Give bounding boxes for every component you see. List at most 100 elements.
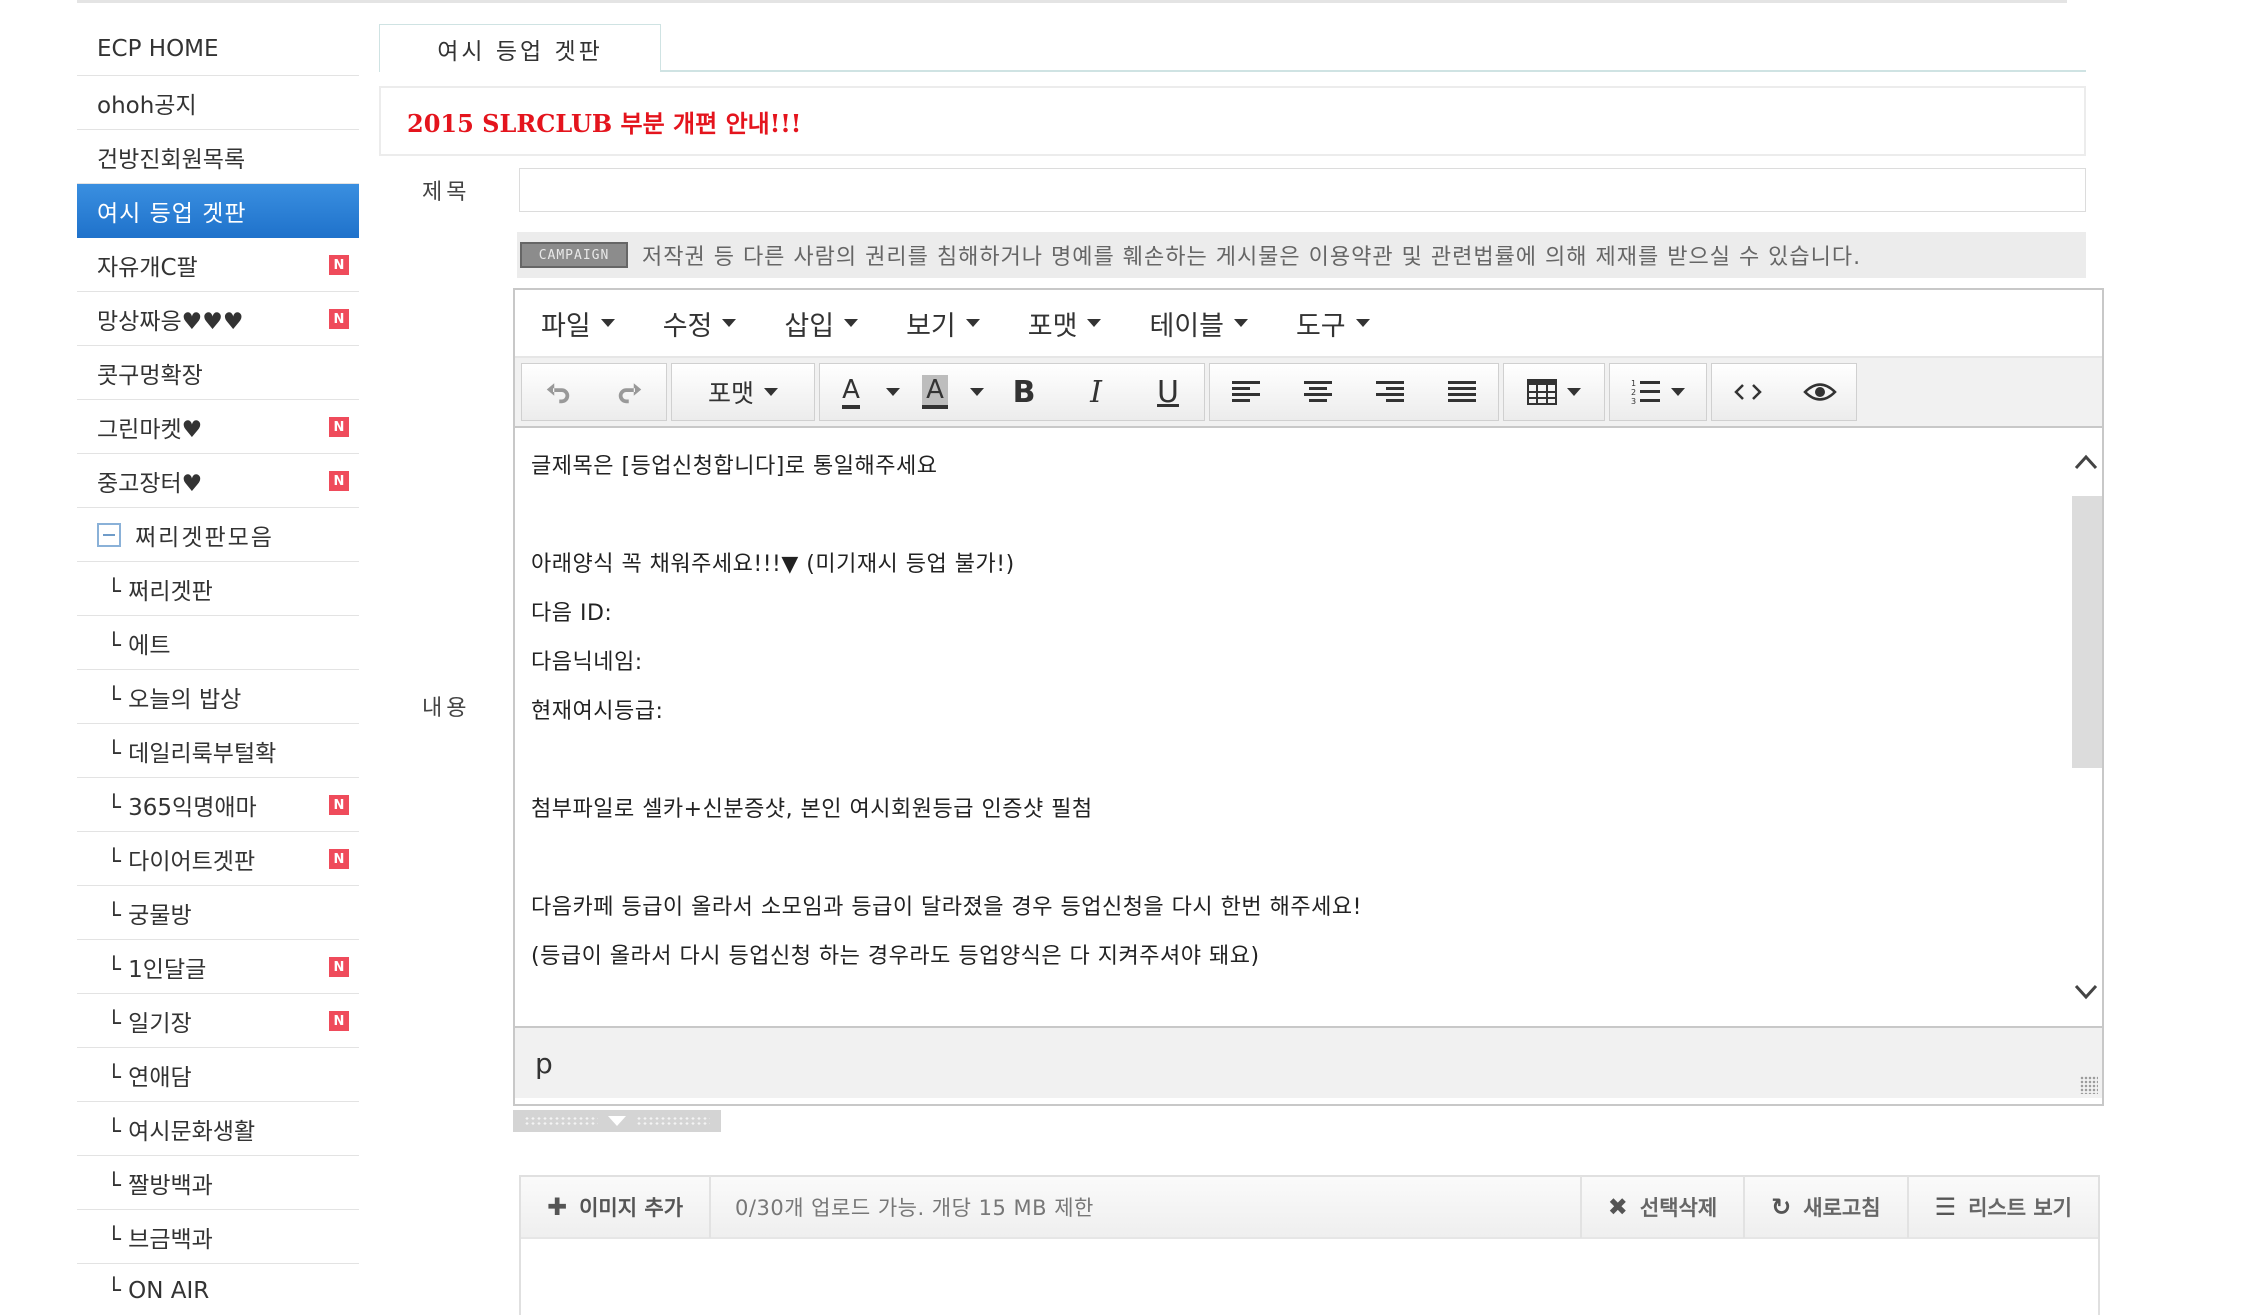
bg-color-button[interactable]: A — [904, 364, 966, 420]
new-badge: N — [329, 849, 349, 869]
chevron-down-icon — [844, 319, 859, 327]
menu-view[interactable]: 보기 — [906, 304, 980, 343]
table-button[interactable] — [1504, 364, 1604, 420]
sidebar-item-label: └ ON AIR — [107, 1277, 210, 1304]
table-group — [1503, 363, 1605, 421]
sidebar-subitem[interactable]: └ 오늘의 밥상 — [77, 670, 359, 724]
chevron-down-icon — [1567, 388, 1581, 396]
sidebar-item-label: 건방진회원목록 — [97, 146, 246, 173]
menu-label: 보기 — [906, 310, 956, 342]
new-badge: N — [329, 309, 349, 329]
sidebar-item-label: └ 에트 — [107, 632, 171, 659]
font-color-button[interactable]: A — [820, 364, 882, 420]
italic-icon: I — [1090, 374, 1102, 410]
preview-button[interactable] — [1784, 364, 1856, 420]
italic-button[interactable]: I — [1060, 364, 1132, 420]
sidebar-subitem[interactable]: └ 1인달글 N — [77, 940, 359, 994]
collapse-icon[interactable] — [97, 522, 121, 547]
rich-text-editor: 파일 수정 삽입 보기 포맷 테이블 도구 포맷 A A B I U 1 2 3… — [513, 288, 2104, 1106]
sidebar-item-label: └ 1인달글 — [107, 956, 207, 983]
list-view-button[interactable]: ☰ 리스트 보기 — [1906, 1176, 2098, 1238]
align-center-button[interactable] — [1282, 364, 1354, 420]
sidebar-subitem[interactable]: └ 여시문화생활 — [77, 1102, 359, 1156]
plus-icon: ✚ — [547, 1193, 568, 1221]
resize-grip-icon[interactable] — [2080, 1076, 2098, 1094]
editor-scrollbar[interactable] — [2068, 428, 2102, 1026]
upload-limit-info: 0/30개 업로드 가능. 개당 15 MB 제한 — [735, 1196, 1094, 1220]
font-color-dropdown[interactable] — [882, 364, 904, 420]
refresh-icon: ↻ — [1771, 1193, 1792, 1221]
chevron-down-icon — [608, 1116, 626, 1126]
sidebar-item-nostril[interactable]: 콧구멍확장 — [77, 346, 359, 400]
sidebar-subitem[interactable]: └ 궁물방 — [77, 886, 359, 940]
menu-table[interactable]: 테이블 — [1149, 304, 1248, 343]
upload-toolbar: ✚ 이미지 추가 0/30개 업로드 가능. 개당 15 MB 제한 ✖ 선택삭제 … — [521, 1176, 2098, 1239]
new-badge: N — [329, 471, 349, 491]
menu-edit[interactable]: 수정 — [663, 304, 737, 343]
sidebar-subitem[interactable]: └ 다이어트겟판 N — [77, 832, 359, 886]
editor-resize-handle[interactable] — [513, 1110, 721, 1132]
tab-levelup-board[interactable]: 여시 등업 겟판 — [379, 24, 661, 72]
sidebar-item-member-list[interactable]: 건방진회원목록 — [77, 130, 359, 184]
code-icon — [1734, 384, 1762, 400]
bg-color-dropdown[interactable] — [966, 364, 988, 420]
scroll-down-icon[interactable] — [2074, 980, 2098, 1004]
sidebar-item-ecp-home[interactable]: ECP HOME — [77, 22, 359, 76]
sidebar-subitem[interactable]: └ 짤방백과 — [77, 1156, 359, 1210]
editor-content[interactable]: 글제목은 [등업신청합니다]로 통일해주세요 아래양식 꼭 채워주세요!!!▼ … — [515, 428, 2102, 1026]
menu-insert[interactable]: 삽입 — [784, 304, 859, 343]
sidebar-item-label: 망상짜응♥♥♥ — [97, 308, 244, 335]
sidebar-subitem[interactable]: └ 쩌리겟판 — [77, 562, 359, 616]
sidebar-subitem[interactable]: └ 365익명애마 N — [77, 778, 359, 832]
bold-button[interactable]: B — [988, 364, 1060, 420]
chevron-down-icon — [1233, 319, 1248, 327]
sidebar-subitem[interactable]: └ 에트 — [77, 616, 359, 670]
new-badge: N — [329, 795, 349, 815]
align-left-button[interactable] — [1210, 364, 1282, 420]
notice-link[interactable]: 2015 SLRCLUB 부분 개편 안내!!! — [407, 104, 801, 139]
sidebar-subitem[interactable]: └ 브금백과 — [77, 1210, 359, 1264]
undo-button[interactable] — [522, 364, 594, 420]
menu-format[interactable]: 포맷 — [1028, 304, 1102, 343]
sidebar-item-free-board[interactable]: 자유개C팔 N — [77, 238, 359, 292]
refresh-button[interactable]: ↻ 새로고침 — [1743, 1176, 1906, 1238]
redo-button[interactable] — [594, 364, 666, 420]
list-icon: ☰ — [1934, 1193, 1957, 1221]
content-line: 첨부파일로 셀카+신분증샷, 본인 여시회원등급 인증샷 필첨 — [531, 797, 1093, 822]
add-image-button[interactable]: ✚ 이미지 추가 — [521, 1176, 712, 1238]
new-badge: N — [329, 957, 349, 977]
top-divider — [77, 0, 2067, 3]
sidebar-folder-jjeori[interactable]: 쩌리겟판모음 — [77, 508, 359, 562]
menu-file[interactable]: 파일 — [541, 304, 615, 343]
sidebar-item-label: └ 쩌리겟판 — [107, 578, 213, 605]
format-label: 포맷 — [707, 379, 754, 408]
sidebar-item-notice[interactable]: ohoh공지 — [77, 76, 359, 130]
align-right-button[interactable] — [1354, 364, 1426, 420]
sidebar-item-green-market[interactable]: 그린마켓♥ N — [77, 400, 359, 454]
scroll-up-icon[interactable] — [2074, 450, 2098, 474]
sidebar-item-label: └ 연애담 — [107, 1064, 192, 1091]
delete-selected-button[interactable]: ✖ 선택삭제 — [1579, 1176, 1743, 1238]
scroll-thumb[interactable] — [2072, 496, 2102, 768]
menu-tools[interactable]: 도구 — [1296, 304, 1370, 343]
content-line: 다음닉네임: — [531, 650, 643, 675]
align-justify-button[interactable] — [1426, 364, 1498, 420]
sidebar-item-used-market[interactable]: 중고장터♥ N — [77, 454, 359, 508]
sidebar-item-levelup-board[interactable]: 여시 등업 겟판 — [77, 184, 359, 238]
source-code-button[interactable] — [1712, 364, 1784, 420]
sidebar-subitem[interactable]: └ 데일리룩부털확 — [77, 724, 359, 778]
sidebar-item-fantasy[interactable]: 망상짜응♥♥♥ N — [77, 292, 359, 346]
svg-text:2: 2 — [1631, 388, 1636, 397]
sidebar-subitem[interactable]: └ 연애담 — [77, 1048, 359, 1102]
history-group — [521, 363, 667, 421]
menu-label: 도구 — [1295, 310, 1346, 342]
add-image-label: 이미지 추가 — [579, 1196, 684, 1220]
title-input[interactable] — [519, 168, 2086, 212]
underline-button[interactable]: U — [1132, 364, 1204, 420]
sidebar-subitem[interactable]: └ 일기장 N — [77, 994, 359, 1048]
sidebar-subitem[interactable]: └ ON AIR — [77, 1264, 359, 1315]
numbered-list-button[interactable]: 123 — [1610, 364, 1706, 420]
notice-banner[interactable]: 2015 SLRCLUB 부분 개편 안내!!! — [379, 86, 2086, 156]
element-path[interactable]: p — [535, 1047, 553, 1080]
format-dropdown[interactable]: 포맷 — [672, 364, 814, 420]
